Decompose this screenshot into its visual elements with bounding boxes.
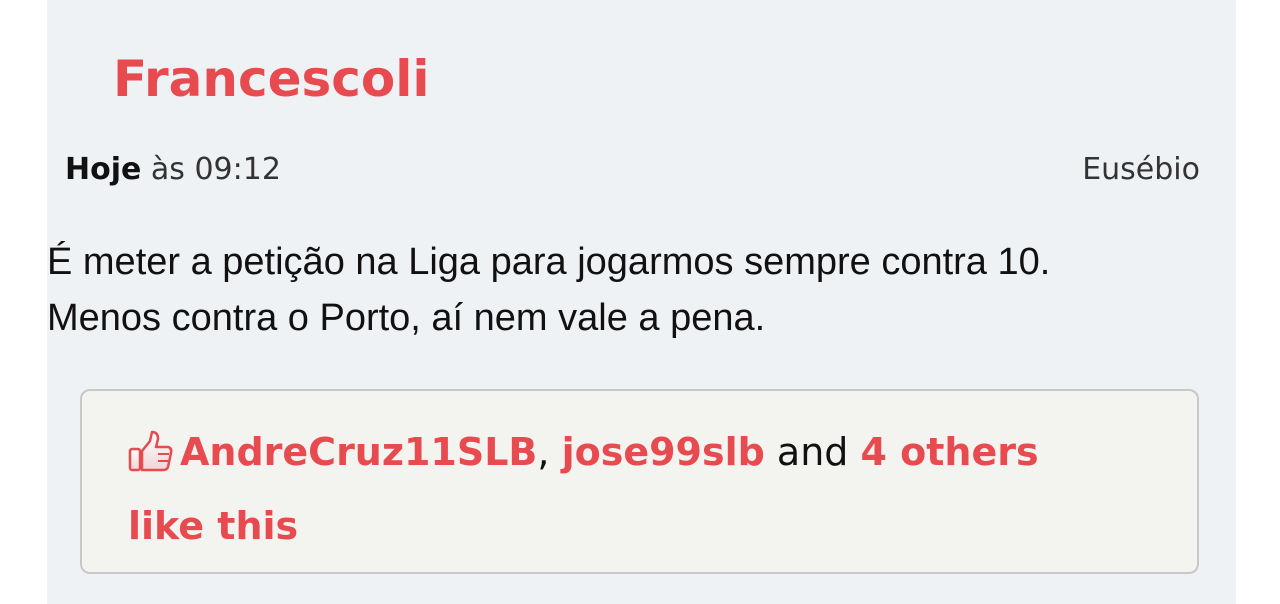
liker-link-2[interactable]: jose99slb bbox=[562, 430, 765, 474]
post-date-day: Hoje bbox=[65, 152, 142, 187]
likes-summary: AndreCruz11SLB, jose99slb and 4 others l… bbox=[128, 415, 1117, 563]
post-meta: Hoje às 09:12 Eusébio bbox=[65, 148, 1200, 192]
post-message: É meter a petição na Liga para jogarmos … bbox=[47, 234, 1236, 346]
liker-separator: , bbox=[537, 430, 562, 474]
thumbs-up-icon bbox=[128, 430, 173, 472]
author-rank: Eusébio bbox=[1082, 152, 1200, 187]
post-container: Francescoli Hoje às 09:12 Eusébio É mete… bbox=[47, 0, 1236, 604]
post-message-line: É meter a petição na Liga para jogarmos … bbox=[47, 241, 1051, 283]
post-author[interactable]: Francescoli bbox=[113, 44, 430, 114]
post-message-line: Menos contra o Porto, aí nem vale a pena… bbox=[47, 297, 766, 339]
post-date-time: às 09:12 bbox=[141, 152, 281, 187]
post-date[interactable]: Hoje às 09:12 bbox=[65, 152, 281, 187]
likes-and-text: and bbox=[764, 430, 861, 474]
likes-box: AndreCruz11SLB, jose99slb and 4 others l… bbox=[80, 389, 1199, 574]
liker-link-1[interactable]: AndreCruz11SLB bbox=[180, 430, 537, 474]
